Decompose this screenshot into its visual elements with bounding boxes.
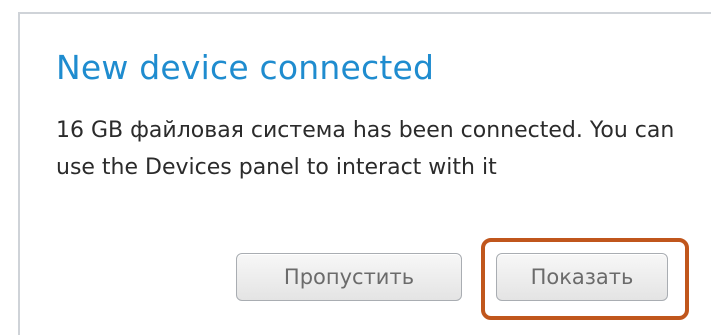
show-button[interactable]: Показать xyxy=(496,253,668,301)
dialog-message: 16 GB файловая система has been connecte… xyxy=(56,118,675,180)
dialog-title: New device connected xyxy=(56,48,435,87)
skip-button[interactable]: Пропустить xyxy=(236,253,462,301)
notification-dialog: New device connected 16 GB файловая сист… xyxy=(18,12,711,335)
